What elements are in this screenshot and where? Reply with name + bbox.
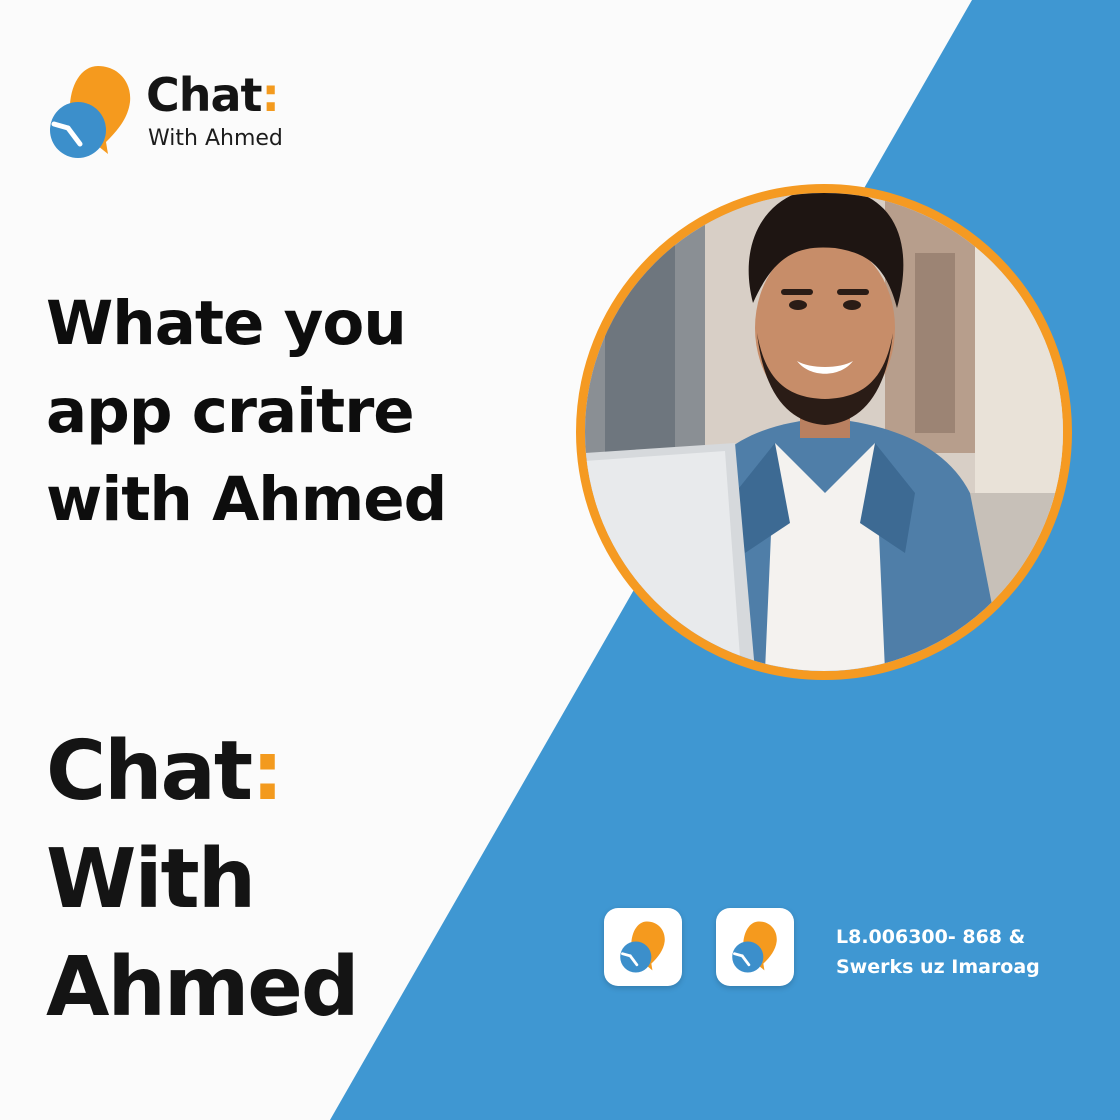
app-icon-button[interactable]	[716, 908, 794, 986]
wordmark-line: Ahmed	[46, 940, 360, 1035]
chat-bubble-logo-icon	[732, 921, 777, 973]
profile-photo	[576, 184, 1072, 680]
chat-bubble-logo-icon	[620, 921, 665, 973]
headline-line: with Ahmed	[46, 464, 447, 535]
logo-brand-name: Chat:	[146, 68, 280, 122]
contact-line: Swerks uz Imaroag	[836, 956, 1040, 978]
bottom-wordmark: Chat: With Ahmed	[46, 718, 446, 1042]
contact-info: L8.006300- 868 & Swerks uz Imaroag	[836, 922, 1106, 982]
chat-bubble-logo-icon	[50, 66, 131, 158]
headline: Whate you app craitre with Ahmed	[46, 280, 516, 544]
app-icon-button[interactable]	[604, 908, 682, 986]
contact-line: L8.006300- 868 &	[836, 926, 1026, 948]
wordmark-line: With	[46, 832, 256, 927]
headline-line: app craitre	[46, 376, 415, 447]
wordmark-line: Chat:	[46, 724, 284, 819]
logo-tagline: With Ahmed	[148, 126, 283, 151]
header-logo[interactable]: Chat: With Ahmed	[46, 64, 346, 164]
headline-line: Whate you	[46, 288, 407, 359]
